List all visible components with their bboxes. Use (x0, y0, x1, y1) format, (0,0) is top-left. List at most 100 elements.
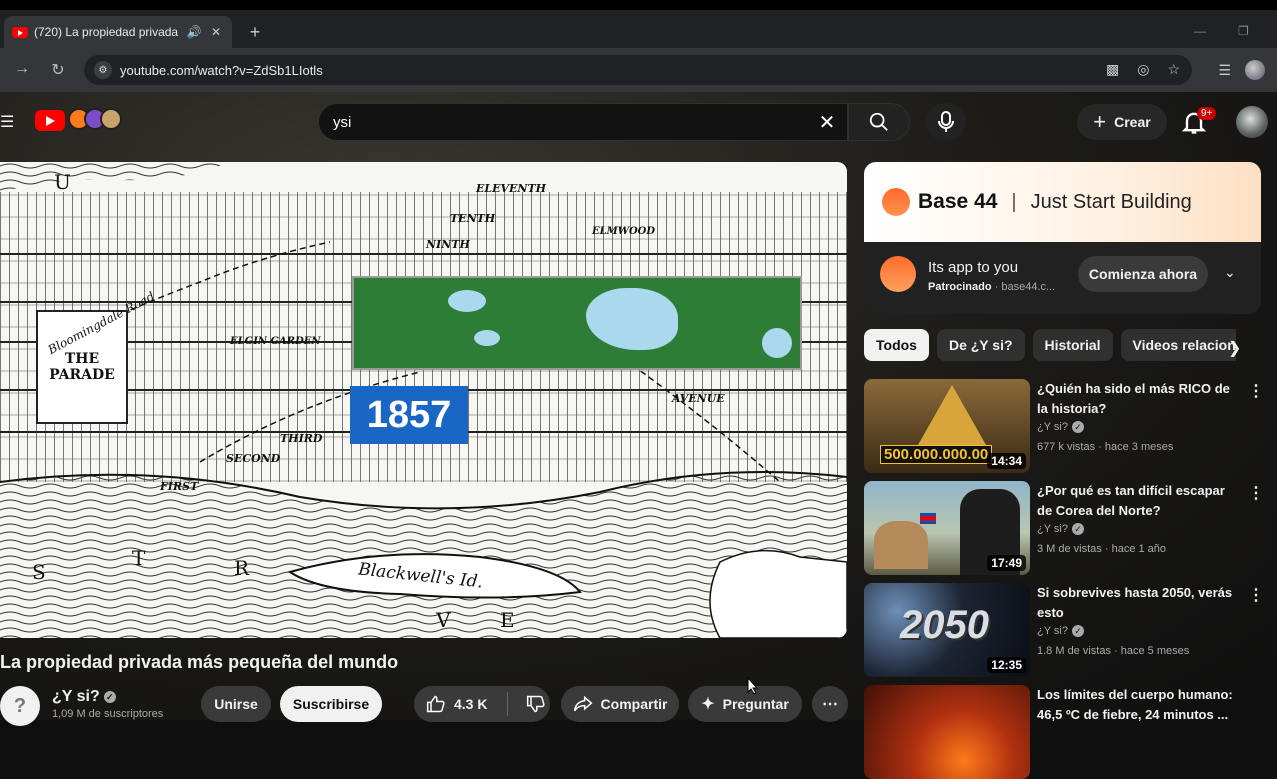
window-top-strip (0, 0, 1277, 10)
map-label-tenth: TENTH (450, 212, 496, 225)
forward-icon[interactable]: → (12, 60, 32, 78)
video-thumbnail[interactable]: 500.000.000.00 14:34 (864, 379, 1030, 473)
channel-name[interactable]: ¿Y si? ✓ (52, 688, 116, 706)
divider (507, 692, 509, 716)
list-item[interactable]: 17:49 ¿Por qué es tan difícil escapar de … (864, 481, 1274, 575)
river-letter-r: R (234, 556, 250, 580)
subscribe-label: Suscribirse (292, 696, 370, 712)
map-label-elmwood: ELMWOOD (592, 226, 656, 237)
voice-search-button[interactable] (926, 103, 966, 141)
rec-meta: 1.8 M de vistas · hace 5 meses (1037, 645, 1190, 657)
sparkle-icon: ✦ (701, 696, 715, 713)
ad-headline: Its app to you (928, 259, 1019, 276)
pond (762, 328, 792, 358)
rec-title[interactable]: Si sobrevives hasta 2050, verás esto (1037, 583, 1237, 623)
ask-button[interactable]: ✦ Preguntar (688, 686, 802, 722)
map-label-elgin: ELGIN GARDEN (230, 336, 321, 347)
rec-title[interactable]: ¿Quién ha sido el más RICO de la historia… (1037, 379, 1237, 419)
clear-search-icon[interactable]: ✕ (815, 110, 839, 135)
more-options-icon[interactable]: ⋮ (1248, 381, 1264, 401)
eye-off-icon[interactable]: ◎ (1137, 61, 1149, 78)
flag-icon (920, 513, 936, 524)
menu-icon[interactable]: ☰ (0, 112, 14, 132)
thumb-overlay-text: 500.000.000.00 (880, 445, 993, 464)
minimize-icon[interactable]: — (1194, 24, 1206, 38)
like-dislike-group: 4.3 K (414, 686, 550, 722)
video-thumbnail[interactable]: 2050 12:35 (864, 583, 1030, 677)
video-thumbnail[interactable]: 17:49 (864, 481, 1030, 575)
chip-channel[interactable]: De ¿Y si? (936, 329, 1025, 361)
ad-separator: | (1011, 190, 1017, 213)
new-tab-icon[interactable]: + (246, 22, 264, 43)
video-thumbnail[interactable] (864, 685, 1030, 779)
chip-history[interactable]: Historial (1032, 329, 1113, 361)
share-button[interactable]: Compartir (561, 686, 679, 722)
river-letter-e: E (500, 608, 515, 632)
site-info-icon[interactable]: ⚙ (94, 61, 112, 79)
youtube-logo-icon[interactable] (35, 110, 65, 131)
ad-sponsored: Patrocinado · base44.c... (928, 281, 1055, 293)
profile-icon[interactable] (1245, 60, 1265, 80)
tab-title: (720) La propiedad privada (34, 25, 179, 39)
thumb-overlay-text: 2050 (900, 603, 989, 647)
list-item[interactable]: Los límites del cuerpo humano: 46,5 ºC de… (864, 685, 1274, 779)
search-button[interactable] (848, 103, 910, 141)
thumbs-up-icon (426, 695, 445, 713)
ad-banner[interactable]: Base 44 | Just Start Building (864, 162, 1261, 242)
reload-icon[interactable]: ↻ (48, 60, 68, 80)
rec-channel[interactable]: ¿Y si? ✓ (1037, 523, 1084, 536)
channel-avatar[interactable]: ? (0, 686, 40, 726)
more-options-icon[interactable]: ⋮ (1248, 585, 1264, 605)
search-query: ysi (333, 113, 352, 131)
chevron-right-icon[interactable]: ❯ (1228, 338, 1241, 358)
ask-label: Preguntar (722, 696, 789, 712)
like-button[interactable]: 4.3 K (426, 694, 487, 714)
chip-related[interactable]: Videos relacionados (1120, 329, 1236, 361)
search-input[interactable]: ysi ✕ (318, 103, 848, 141)
search-icon (869, 112, 888, 131)
star-icon[interactable]: ☆ (1167, 61, 1180, 78)
rec-channel[interactable]: ¿Y si? ✓ (1037, 625, 1084, 638)
video-title: La propiedad privada más pequeña del mun… (0, 652, 399, 672)
map-label-ninth: NINTH (426, 238, 470, 251)
more-options-icon[interactable]: ⋮ (1248, 483, 1264, 503)
address-bar: → ↻ ⚙ youtube.com/watch?v=ZdSb1LIotls ▩ … (0, 48, 1277, 92)
maximize-icon[interactable]: ❐ (1238, 24, 1249, 38)
advertiser-logo-icon (880, 256, 916, 292)
river-letter-s: S (32, 560, 46, 584)
avatar[interactable] (1236, 106, 1268, 138)
chip-todos[interactable]: Todos (864, 329, 929, 361)
rec-title[interactable]: ¿Por qué es tan difícil escapar de Corea … (1037, 481, 1237, 521)
rec-channel[interactable]: ¿Y si? ✓ (1037, 421, 1084, 434)
share-label: Compartir (600, 696, 668, 712)
verified-icon: ✓ (103, 690, 116, 703)
mouse-cursor-icon (747, 677, 759, 695)
ad-card[interactable]: Base 44 | Just Start Building Its app to… (864, 162, 1261, 314)
join-button[interactable]: Unirse (201, 686, 271, 722)
chevron-down-icon[interactable]: ⌄ (1224, 264, 1244, 284)
reading-list-icon[interactable]: ☰ (1218, 62, 1231, 79)
close-tab-icon[interactable]: ✕ (208, 25, 224, 39)
more-actions-button[interactable]: ⋯ (812, 686, 848, 722)
create-button[interactable]: + Crear (1077, 104, 1167, 140)
channel-name-text[interactable]: ¿Y si? (52, 688, 100, 705)
speaker-icon[interactable]: 🔊 (186, 25, 202, 39)
ad-cta-button[interactable]: Comienza ahora (1078, 256, 1208, 292)
browser-tab[interactable]: (720) La propiedad privada 🔊 ✕ (4, 16, 232, 48)
list-item[interactable]: 500.000.000.00 14:34 ¿Quién ha sido el m… (864, 379, 1274, 473)
pyramid-graphic (918, 385, 986, 445)
verified-icon: ✓ (1071, 421, 1084, 434)
omnibox[interactable]: ⚙ youtube.com/watch?v=ZdSb1LIotls ▩ ◎ ☆ (84, 55, 1192, 85)
like-count: 4.3 K (454, 696, 488, 712)
list-item[interactable]: 2050 12:35 Si sobrevives hasta 2050, ver… (864, 583, 1274, 677)
video-player[interactable]: THE PARADE 1857 U ELEVENTH TENTH NINTH E… (0, 162, 847, 638)
cast-icon[interactable]: ▩ (1106, 61, 1119, 78)
doodle-logo[interactable] (68, 108, 122, 130)
subscribe-button[interactable]: Suscribirse (280, 686, 382, 722)
pond (474, 330, 500, 346)
url-text[interactable]: youtube.com/watch?v=ZdSb1LIotls (120, 63, 323, 78)
map-label-avenue: AVENUE (672, 392, 725, 405)
thumbs-down-icon[interactable] (526, 694, 546, 714)
river-letter-t: T (132, 546, 146, 570)
rec-title[interactable]: Los límites del cuerpo humano: 46,5 ºC de… (1037, 685, 1237, 725)
